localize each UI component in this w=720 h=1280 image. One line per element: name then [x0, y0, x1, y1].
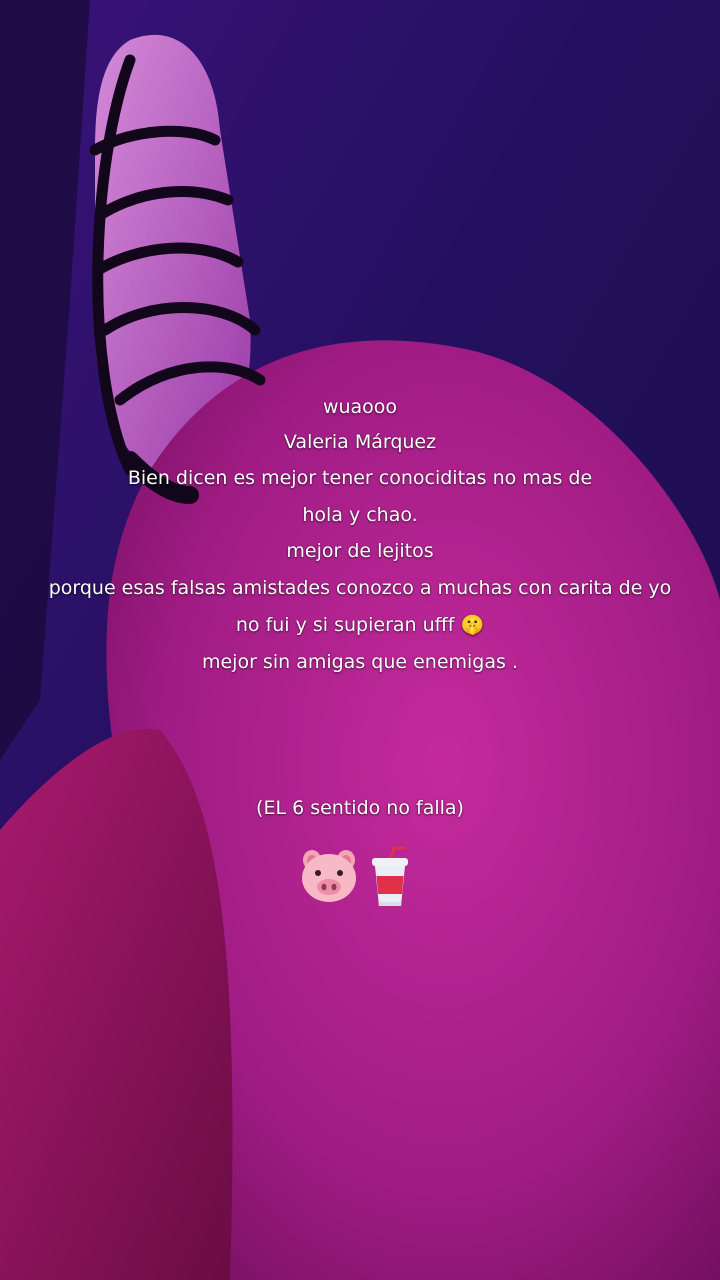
- caption-line-7: no fui y si supieran ufff 🤫: [235, 614, 485, 636]
- caption-line-4: hola y chao.: [302, 504, 418, 526]
- caption-line-3: Bien dicen es mejor tener conociditas no…: [127, 467, 593, 489]
- caption-line-1: wuaooo: [322, 396, 398, 418]
- caption-line-2: Valeria Márquez: [283, 431, 437, 453]
- caption-line-5: mejor de lejitos: [286, 540, 434, 562]
- pig-face-icon: [302, 850, 356, 902]
- caption-line-6: porque esas falsas amistades conozco a m…: [48, 577, 672, 599]
- caption-footer: (EL 6 sentido no falla): [256, 797, 464, 819]
- cup-with-straw-icon: [372, 846, 408, 906]
- caption-overlay: wuaooo Valeria Márquez Bien dicen es mej…: [0, 0, 720, 1280]
- caption-line-8: mejor sin amigas que enemigas .: [201, 651, 518, 673]
- emoji-row: [0, 846, 720, 910]
